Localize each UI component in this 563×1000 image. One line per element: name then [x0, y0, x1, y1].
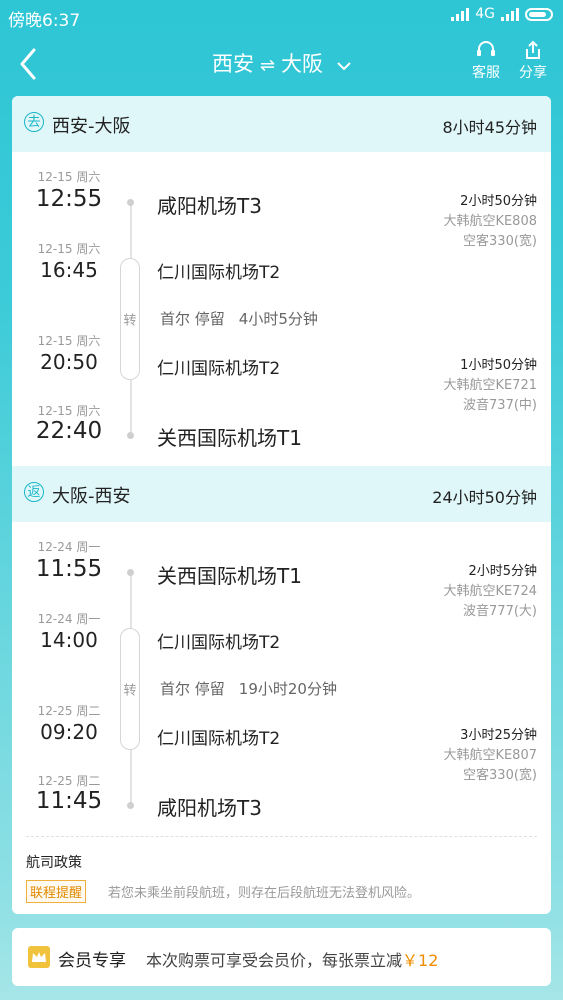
- aircraft-type: 空客330(宽): [463, 234, 537, 249]
- arrival-date: 12-24 周一: [37, 612, 101, 626]
- arrival-date: 12-25 周二: [37, 774, 101, 788]
- transfer-marker: 转: [120, 258, 140, 380]
- departure-time: 11:55: [35, 556, 103, 582]
- departure-airport: 仁川国际机场T2: [157, 359, 281, 379]
- share-icon: [526, 40, 540, 59]
- leg-duration: 2小时50分钟: [460, 194, 537, 209]
- signal-icon-2: [501, 7, 519, 21]
- arrival-airport: 仁川国际机场T2: [157, 633, 281, 653]
- transfer-info: 首尔 停留 19小时20分钟: [160, 680, 337, 698]
- departure-time: 12:55: [35, 186, 103, 212]
- outbound-tag: 去: [24, 112, 44, 132]
- flight-number: 大韩航空KE807: [443, 748, 537, 763]
- outbound-route: 西安-大阪: [52, 116, 131, 137]
- policy-title: 航司政策: [26, 855, 82, 871]
- transfer-info: 首尔 停留 4小时5分钟: [160, 310, 318, 328]
- aircraft-type: 波音737(中): [463, 398, 537, 413]
- return-tag: 返: [24, 482, 44, 502]
- leg-duration: 1小时50分钟: [460, 358, 537, 373]
- headset-icon: [477, 41, 495, 56]
- departure-time: 20:50: [40, 350, 98, 374]
- arrival-time: 14:00: [40, 628, 98, 652]
- arrival-time: 16:45: [40, 258, 98, 282]
- arrival-airport: 关西国际机场T1: [157, 426, 302, 450]
- divider: [26, 836, 537, 837]
- aircraft-type: 空客330(宽): [463, 768, 537, 783]
- departure-date: 12-25 周二: [37, 704, 101, 718]
- timeline-dot: [127, 569, 134, 576]
- route-from: 西安: [211, 52, 254, 76]
- departure-time: 09:20: [40, 720, 98, 744]
- outbound-header: 去 西安-大阪 8小时45分钟: [12, 96, 551, 152]
- departure-date: 12-15 周六: [37, 170, 101, 184]
- member-title: 会员专享: [58, 951, 126, 971]
- outbound-timeline: 转 12-15 周六 12:55 咸阳机场T3 2小时50分钟 大韩航空KE80…: [12, 152, 551, 466]
- transfer-marker: 转: [120, 628, 140, 750]
- departure-airport: 关西国际机场T1: [157, 564, 302, 588]
- policy-text: 若您未乘坐前段航班，则存在后段航班无法登机风险。: [108, 886, 421, 901]
- swap-icon: ⇌: [259, 55, 276, 76]
- return-header: 返 大阪-西安 24小时50分钟: [12, 466, 551, 522]
- timeline-dot: [127, 432, 134, 439]
- flight-number: 大韩航空KE724: [443, 584, 537, 599]
- arrival-time: 11:45: [35, 788, 103, 814]
- return-total-duration: 24小时50分钟: [432, 488, 537, 507]
- arrival-time: 22:40: [35, 418, 103, 444]
- departure-date: 12-24 周一: [37, 540, 101, 554]
- departure-airport: 仁川国际机场T2: [157, 729, 281, 749]
- network-type: 4G: [475, 6, 495, 22]
- flight-number: 大韩航空KE808: [443, 214, 537, 229]
- customer-service-label: 客服: [472, 65, 500, 81]
- departure-airport: 咸阳机场T3: [157, 194, 262, 218]
- share-button[interactable]: 分享: [511, 40, 555, 82]
- departure-date: 12-15 周六: [37, 334, 101, 348]
- arrival-date: 12-15 周六: [37, 404, 101, 418]
- arrival-airport: 仁川国际机场T2: [157, 263, 281, 283]
- signal-icon: [451, 7, 470, 21]
- battery-icon: [525, 7, 553, 21]
- status-icons: 4G: [451, 6, 553, 22]
- leg-duration: 3小时25分钟: [460, 728, 537, 743]
- nav-bar: 西安 ⇌ 大阪 客服 分享: [0, 34, 563, 96]
- status-time: 傍晚6:37: [8, 11, 81, 31]
- leg-duration: 2小时5分钟: [468, 564, 537, 579]
- return-timeline: 转 12-24 周一 11:55 关西国际机场T1 2小时5分钟 大韩航空KE7…: [12, 522, 551, 822]
- timeline-dot: [127, 802, 134, 809]
- customer-service-button[interactable]: 客服: [464, 40, 508, 82]
- arrival-airport: 咸阳机场T3: [157, 796, 262, 820]
- outbound-total-duration: 8小时45分钟: [442, 118, 537, 137]
- chevron-down-icon: [337, 59, 351, 75]
- share-label: 分享: [519, 65, 547, 81]
- itinerary-card: 去 西安-大阪 8小时45分钟 转 12-15 周六 12:55 咸阳机场T3 …: [12, 96, 551, 914]
- arrival-date: 12-15 周六: [37, 242, 101, 256]
- crown-icon: [28, 946, 50, 968]
- member-desc: 本次购票可享受会员价，每张票立减￥12: [146, 951, 439, 970]
- member-benefit-card[interactable]: 会员专享 本次购票可享受会员价，每张票立减￥12: [12, 928, 551, 986]
- timeline-dot: [127, 199, 134, 206]
- status-bar: 傍晚6:37 4G: [0, 0, 563, 34]
- route-to: 大阪: [281, 52, 324, 76]
- aircraft-type: 波音777(大): [463, 604, 537, 619]
- policy-badge: 联程提醒: [26, 880, 87, 903]
- return-route: 大阪-西安: [52, 486, 131, 507]
- member-price: ￥12: [402, 951, 439, 970]
- flight-number: 大韩航空KE721: [443, 378, 537, 393]
